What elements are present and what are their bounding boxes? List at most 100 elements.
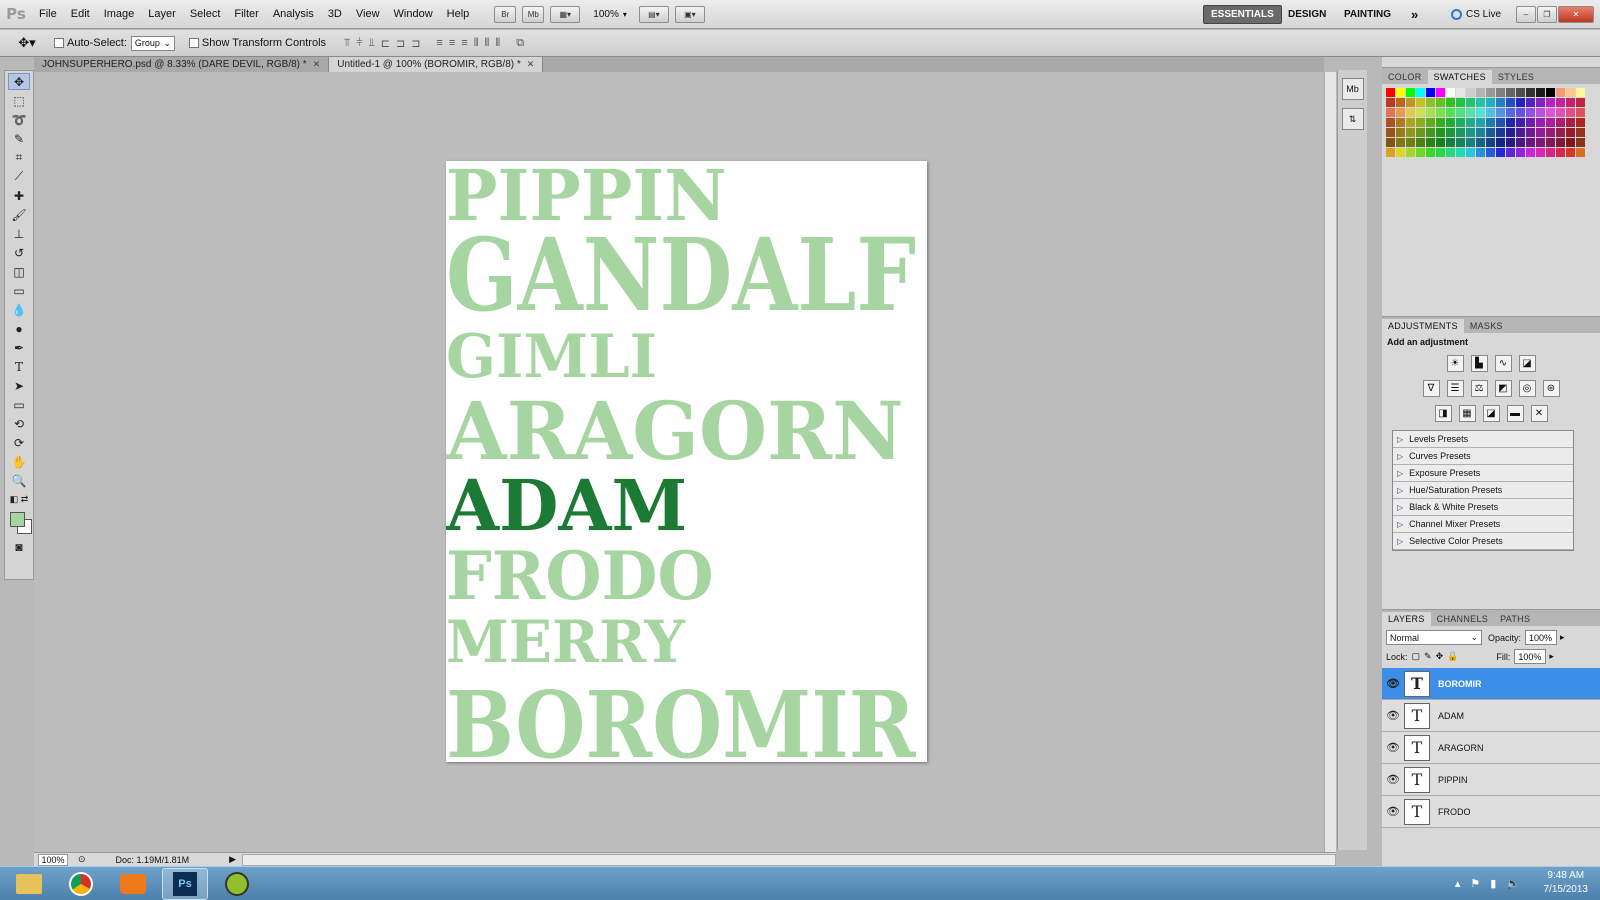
color-swatch[interactable] (1446, 98, 1455, 107)
color-swatch[interactable] (1526, 138, 1535, 147)
document-canvas[interactable]: PIPPIN GANDALF GIMLI ARAGORN ADAM FRODO … (446, 161, 927, 762)
align-vcenter-icon[interactable]: ⫩ (356, 37, 362, 50)
color-swatch[interactable] (1456, 148, 1465, 157)
color-swatch[interactable] (1516, 128, 1525, 137)
layer-row[interactable]: 👁 T PIPPIN (1382, 764, 1600, 796)
system-clock[interactable]: 9:48 AM 7/15/2013 (1544, 869, 1589, 897)
mini-bridge-button[interactable]: Mb (522, 5, 545, 23)
color-swatch[interactable] (1506, 98, 1515, 107)
color-swatch[interactable] (1496, 118, 1505, 127)
color-swatch[interactable] (1446, 138, 1455, 147)
healing-brush-tool-icon[interactable]: ✚ (8, 187, 30, 204)
view-extras-button[interactable]: ▦▾ (550, 5, 581, 23)
expand-triangle-icon[interactable]: ▷ (1397, 469, 1403, 478)
move-tool-icon[interactable]: ✥ (8, 73, 30, 90)
menu-image[interactable]: Image (97, 8, 142, 20)
color-swatch[interactable] (1416, 118, 1425, 127)
color-swatch[interactable] (1576, 148, 1585, 157)
color-swatch[interactable] (1396, 88, 1405, 97)
color-swatch[interactable] (1536, 138, 1545, 147)
brush-tool-icon[interactable]: 🖌 (8, 206, 30, 223)
opacity-arrow-icon[interactable]: ▸ (1560, 632, 1565, 643)
hand-tool-icon[interactable]: ✋ (8, 453, 30, 470)
crop-tool-icon[interactable]: ⌗ (8, 149, 30, 166)
3d-orbit-tool-icon[interactable]: ⟳ (8, 434, 30, 451)
color-swatch[interactable] (1446, 118, 1455, 127)
color-swatch[interactable] (1416, 148, 1425, 157)
menu-file[interactable]: File (32, 8, 64, 20)
color-swatch[interactable] (1476, 98, 1485, 107)
network-icon[interactable]: ▮ (1490, 877, 1496, 890)
lock-pixels-icon[interactable]: ✎ (1424, 651, 1432, 662)
gradient-tool-icon[interactable]: ▭ (8, 282, 30, 299)
fill-arrow-icon[interactable]: ▸ (1549, 651, 1554, 662)
curves-icon[interactable]: ∿ (1494, 355, 1512, 372)
history-brush-tool-icon[interactable]: ↺ (8, 244, 30, 261)
color-swatch[interactable] (1386, 148, 1395, 157)
color-swatch[interactable] (1496, 88, 1505, 97)
color-swatch[interactable] (1546, 88, 1555, 97)
color-swatch[interactable] (1516, 108, 1525, 117)
foreground-color-swatch[interactable] (10, 512, 25, 527)
color-swatch[interactable] (1456, 108, 1465, 117)
color-swatch[interactable] (1506, 88, 1515, 97)
dodge-tool-icon[interactable]: ● (8, 320, 30, 337)
color-swatch[interactable] (1546, 118, 1555, 127)
color-swatch[interactable] (1486, 118, 1495, 127)
lock-position-icon[interactable]: ✥ (1436, 651, 1444, 662)
color-swatch[interactable] (1536, 118, 1545, 127)
menu-layer[interactable]: Layer (141, 8, 183, 20)
clone-stamp-tool-icon[interactable]: ⊥ (8, 225, 30, 242)
color-swatch[interactable] (1416, 108, 1425, 117)
brightness-contrast-icon[interactable]: ☀ (1446, 355, 1464, 372)
auto-select-checkbox[interactable] (54, 38, 64, 48)
color-swatch[interactable] (1486, 88, 1495, 97)
color-swatch[interactable] (1406, 148, 1415, 157)
expand-triangle-icon[interactable]: ▷ (1397, 435, 1403, 444)
color-swatch[interactable] (1456, 88, 1465, 97)
auto-align-icon[interactable]: ⧉ (516, 37, 524, 50)
screen-mode-button[interactable]: ▣▾ (674, 5, 705, 23)
align-right-icon[interactable]: ⊐ (411, 37, 420, 50)
layer-row[interactable]: 👁 T FRODO (1382, 796, 1600, 828)
distribute-top-icon[interactable]: ≡ (436, 37, 442, 50)
doc-tab-untitled-1[interactable]: Untitled-1 @ 100% (BOROMIR, RGB/8) * ✕ (329, 57, 544, 72)
visibility-eye-icon[interactable]: 👁 (1382, 709, 1404, 722)
eraser-tool-icon[interactable]: ◫ (8, 263, 30, 280)
doc-tab-johnsuperhero[interactable]: JOHNSUPERHERO.psd @ 8.33% (DARE DEVIL, R… (34, 57, 330, 72)
3d-rotate-tool-icon[interactable]: ⟲ (8, 415, 30, 432)
color-swatch[interactable] (1506, 108, 1515, 117)
color-swatch[interactable] (1436, 148, 1445, 157)
color-swatch[interactable] (1406, 138, 1415, 147)
color-balance-icon[interactable]: ⚖ (1470, 380, 1488, 397)
fill-field[interactable]: 100% (1514, 649, 1547, 664)
color-swatch[interactable] (1436, 118, 1445, 127)
color-swatch[interactable] (1466, 118, 1475, 127)
menu-select[interactable]: Select (183, 8, 228, 20)
menu-window[interactable]: Window (387, 8, 440, 20)
color-swatch[interactable] (1576, 118, 1585, 127)
color-swatch[interactable] (1576, 108, 1585, 117)
align-left-icon[interactable]: ⊏ (381, 37, 390, 50)
visibility-eye-icon[interactable]: 👁 (1382, 677, 1404, 690)
color-swatch[interactable] (1436, 88, 1445, 97)
color-swatch[interactable] (1546, 148, 1555, 157)
hue-saturation-icon[interactable]: ☰ (1446, 380, 1464, 397)
color-swatch[interactable] (1386, 118, 1395, 127)
tab-paths[interactable]: PATHS (1494, 612, 1536, 626)
tray-arrow-icon[interactable]: ▴ (1455, 877, 1461, 890)
color-swatch[interactable] (1516, 148, 1525, 157)
color-swatch[interactable] (1536, 108, 1545, 117)
menu-view[interactable]: View (349, 8, 387, 20)
align-hcenter-icon[interactable]: ⊐ (396, 37, 405, 50)
distribute-right-icon[interactable]: ⦀ (495, 37, 500, 50)
pen-tool-icon[interactable]: ✒ (8, 339, 30, 356)
preset-item[interactable]: ▷ Curves Presets (1393, 448, 1573, 465)
color-swatch[interactable] (1496, 108, 1505, 117)
color-swatch[interactable] (1436, 98, 1445, 107)
color-swatch[interactable] (1566, 108, 1575, 117)
color-swatch[interactable] (1526, 128, 1535, 137)
zoom-chevron-icon[interactable]: ▾ (623, 10, 627, 19)
color-swatch[interactable] (1536, 98, 1545, 107)
preset-item[interactable]: ▷ Black & White Presets (1393, 499, 1573, 516)
